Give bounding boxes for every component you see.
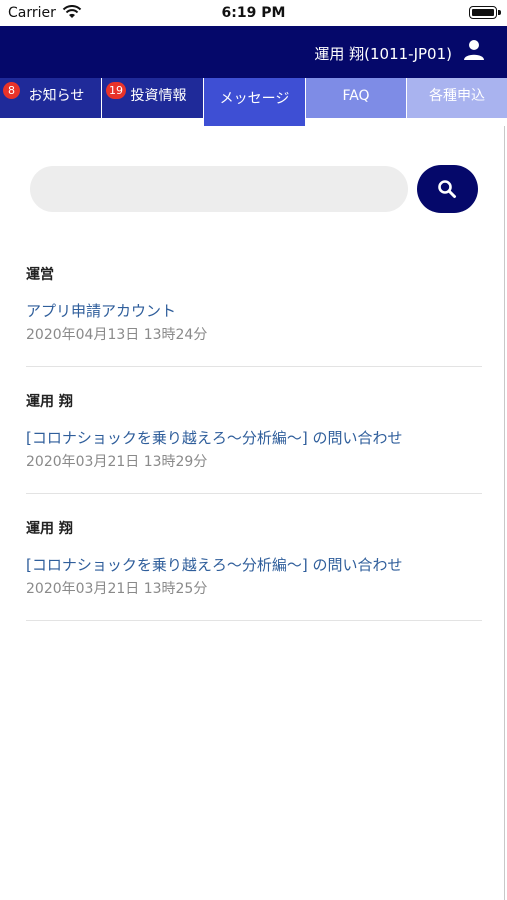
search-input[interactable] xyxy=(30,166,408,212)
message-date: 2020年04月13日 13時24分 xyxy=(26,327,208,343)
clock: 6:19 PM xyxy=(221,5,286,21)
investment-badge: 19 xyxy=(106,82,126,99)
message-item[interactable]: 運用 翔 [コロナショックを乗り越えろ～分析編～] の問い合わせ 2020年03… xyxy=(26,494,482,621)
tab-label: お知らせ xyxy=(28,88,85,104)
message-sender: 運用 翔 xyxy=(26,394,73,410)
user-icon[interactable] xyxy=(463,39,485,61)
message-list: 運営 アプリ申請アカウント 2020年04月13日 13時24分 運用 翔 [コ… xyxy=(26,240,482,621)
search-icon xyxy=(438,180,456,198)
message-subject-link[interactable]: アプリ申請アカウント xyxy=(26,300,176,321)
tab-label: FAQ xyxy=(342,88,370,104)
notices-badge: 8 xyxy=(3,82,20,99)
status-bar: Carrier 6:19 PM xyxy=(0,0,507,26)
message-subject-link[interactable]: [コロナショックを乗り越えろ～分析編～] の問い合わせ xyxy=(26,427,402,448)
tab-bar: 8 お知らせ 19 投資情報 メッセージ FAQ 各種申込 xyxy=(0,78,507,126)
user-name: 運用 翔(1011-JP01) xyxy=(314,45,452,63)
message-sender: 運用 翔 xyxy=(26,521,73,537)
tab-label: メッセージ xyxy=(219,91,290,107)
tab-messages[interactable]: メッセージ xyxy=(204,78,305,126)
message-item[interactable]: 運用 翔 [コロナショックを乗り越えろ～分析編～] の問い合わせ 2020年03… xyxy=(26,367,482,494)
battery-icon xyxy=(469,6,501,19)
message-item[interactable]: 運営 アプリ申請アカウント 2020年04月13日 13時24分 xyxy=(26,240,482,367)
tab-faq[interactable]: FAQ xyxy=(306,78,406,118)
tab-investment-info[interactable]: 19 投資情報 xyxy=(102,78,203,118)
message-date: 2020年03月21日 13時29分 xyxy=(26,454,208,470)
app-header: 運用 翔(1011-JP01) xyxy=(0,26,507,78)
tab-applications[interactable]: 各種申込 xyxy=(407,78,507,118)
tab-notices[interactable]: 8 お知らせ xyxy=(0,78,101,118)
tab-label: 各種申込 xyxy=(429,88,485,104)
tab-label: 投資情報 xyxy=(130,88,187,104)
message-date: 2020年03月21日 13時25分 xyxy=(26,581,208,597)
search-button[interactable] xyxy=(417,165,478,213)
message-sender: 運営 xyxy=(26,267,54,283)
scrollbar-edge xyxy=(504,126,505,900)
message-subject-link[interactable]: [コロナショックを乗り越えろ～分析編～] の問い合わせ xyxy=(26,554,402,575)
